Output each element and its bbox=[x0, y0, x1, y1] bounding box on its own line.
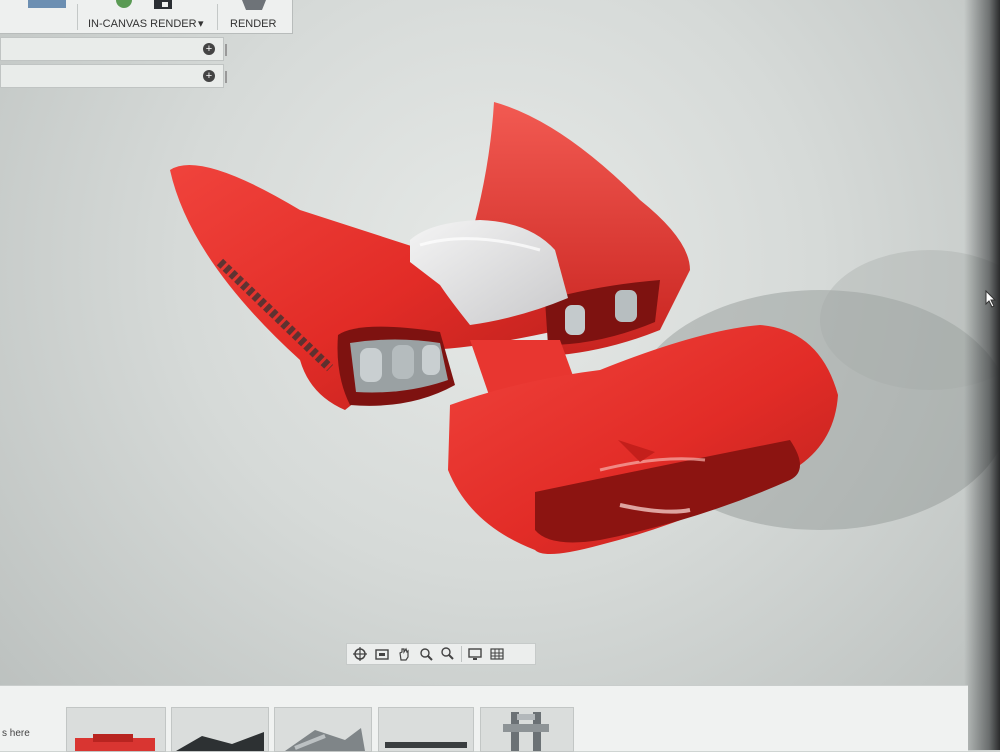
design-thumbnail[interactable] bbox=[274, 707, 372, 752]
display-settings-icon[interactable] bbox=[466, 645, 484, 663]
toolbar-separator bbox=[77, 4, 78, 30]
design-thumbnail[interactable] bbox=[66, 707, 166, 752]
plus-circle-icon[interactable]: + bbox=[203, 70, 215, 82]
zoom-window-icon[interactable] bbox=[417, 645, 435, 663]
collapsed-panel-1[interactable]: + bbox=[0, 37, 227, 61]
collapsed-panel-2[interactable]: + bbox=[0, 64, 227, 88]
zoom-icon[interactable] bbox=[439, 645, 457, 663]
render-teapot-icon[interactable] bbox=[240, 0, 270, 12]
panel-grip[interactable] bbox=[225, 44, 227, 56]
car-model[interactable] bbox=[0, 0, 1000, 750]
toolbar-separator bbox=[217, 4, 218, 30]
design-thumbnail[interactable] bbox=[378, 707, 474, 752]
mouse-cursor-icon bbox=[985, 290, 997, 308]
render-group[interactable]: RENDER bbox=[222, 0, 290, 33]
in-canvas-render-icon[interactable] bbox=[110, 0, 180, 12]
grid-settings-icon[interactable] bbox=[488, 645, 506, 663]
render-toolbar: IN-CANVAS RENDER ▾ RENDER bbox=[0, 0, 293, 34]
in-canvas-render-group[interactable]: IN-CANVAS RENDER ▾ bbox=[82, 0, 214, 33]
3d-canvas[interactable]: IN-CANVAS RENDER ▾ RENDER + + s here bbox=[0, 0, 1000, 752]
look-at-icon[interactable] bbox=[373, 645, 391, 663]
panel-grip[interactable] bbox=[225, 71, 227, 83]
navigation-bar bbox=[346, 643, 536, 665]
design-thumbnail[interactable] bbox=[171, 707, 269, 752]
pan-icon[interactable] bbox=[395, 645, 413, 663]
in-canvas-render-label: IN-CANVAS RENDER bbox=[88, 18, 197, 30]
chevron-down-icon[interactable]: ▾ bbox=[198, 17, 204, 30]
browser-partial-text: s here bbox=[2, 728, 30, 739]
design-thumbnail[interactable] bbox=[480, 707, 574, 752]
toolbar-group-left bbox=[0, 0, 76, 33]
nav-separator bbox=[461, 646, 462, 662]
toolbar-icon[interactable] bbox=[28, 0, 68, 10]
monitor-bezel-edge bbox=[964, 0, 1000, 750]
plus-circle-icon[interactable]: + bbox=[203, 43, 215, 55]
orbit-icon[interactable] bbox=[351, 645, 369, 663]
render-label: RENDER bbox=[230, 18, 277, 30]
